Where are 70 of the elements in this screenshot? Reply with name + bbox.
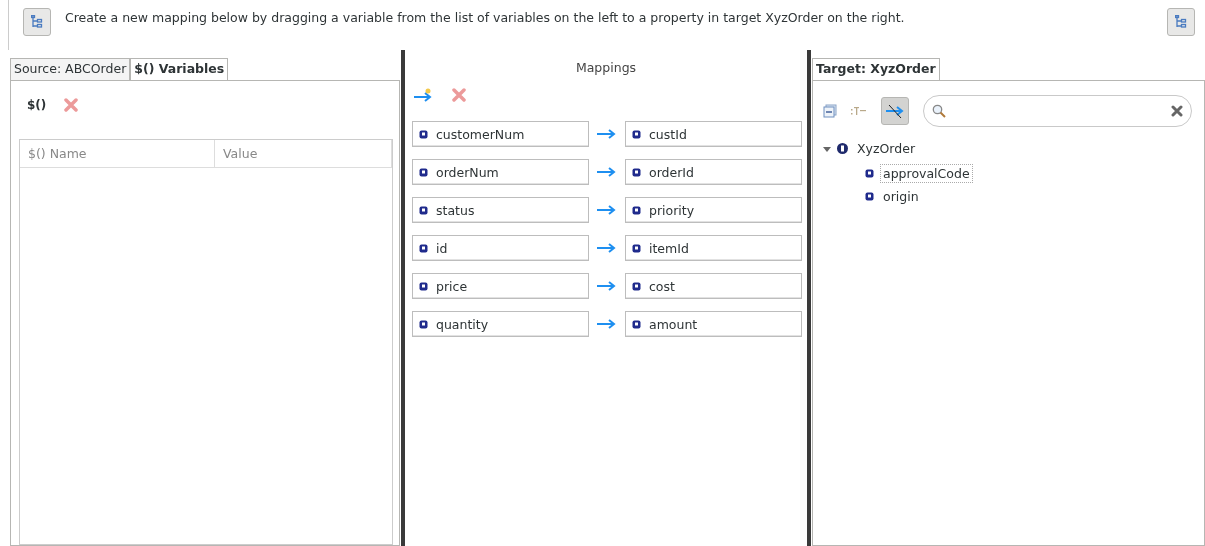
panel-title: Mappings [574,59,638,75]
add-variable-icon[interactable]: $() [27,98,47,112]
property-icon [632,243,641,253]
mapped-filter-button[interactable] [881,97,909,125]
delete-icon[interactable] [452,88,466,102]
property-icon [419,129,428,139]
target-field[interactable]: itemId [625,235,802,261]
arrow-icon [597,205,617,215]
property-icon [419,319,428,329]
field-label: cost [649,278,675,294]
source-field[interactable]: status [412,197,589,223]
target-field[interactable]: custId [625,121,802,147]
panel-tab[interactable]: $() Variables [130,58,229,80]
source-field[interactable]: id [412,235,589,261]
property-icon [632,281,641,291]
delete-icon[interactable] [64,98,79,112]
property-icon [632,205,641,215]
collapse-icon[interactable] [823,104,837,118]
tree-item[interactable]: XyzOrder [854,139,919,158]
property-icon [419,243,428,253]
tree-icon [1175,15,1187,29]
column-header[interactable]: $() Name [20,140,215,167]
property-icon [632,129,641,139]
arrow-icon [597,281,617,291]
arrow-icon [597,129,617,139]
source-field[interactable]: quantity [412,311,589,337]
field-label: customerNum [436,126,525,142]
arrow-icon [885,103,905,119]
field-label: quantity [436,316,489,332]
source-field[interactable]: orderNum [412,159,589,185]
target-field[interactable]: orderId [625,159,802,185]
tree-item[interactable]: origin [880,187,922,206]
node-icon [837,143,848,154]
field-label: status [436,202,475,218]
search-icon [932,104,946,118]
clear-icon[interactable] [1171,105,1183,117]
add-mapping-icon[interactable] [414,88,434,102]
expanded-icon[interactable] [823,144,831,153]
field-label: amount [649,316,698,332]
property-icon [419,281,428,291]
target-field[interactable]: cost [625,273,802,299]
field-label: orderNum [436,164,499,180]
panel-tab[interactable]: Target: XyzOrder [812,58,940,80]
tree-view-button[interactable] [23,8,51,36]
field-label: price [436,278,468,294]
arrow-icon [597,167,617,177]
field-label: itemId [649,240,689,256]
property-icon [632,167,641,177]
target-field[interactable]: priority [625,197,802,223]
tree-view-button[interactable] [1167,8,1195,36]
field-label: custId [649,126,687,142]
tree-item[interactable]: approvalCode [880,164,973,183]
target-field[interactable]: amount [625,311,802,337]
panel-tab[interactable]: Source: ABCOrder [10,58,131,80]
type-icon[interactable] [851,106,867,116]
field-label: id [436,240,448,256]
column-header[interactable]: Value [215,140,392,167]
instruction-text: Create a new mapping below by dragging a variable from the list of variables on the left to a property in target XyzOrder on the right. [65,9,906,25]
property-icon [632,319,641,329]
property-icon [419,205,428,215]
property-icon [865,169,874,178]
source-field[interactable]: customerNum [412,121,589,147]
field-label: priority [649,202,695,218]
arrow-icon [597,319,617,329]
field-label: orderId [649,164,694,180]
property-icon [865,192,874,201]
source-field[interactable]: price [412,273,589,299]
tree-icon [31,15,43,29]
property-icon [419,167,428,177]
arrow-icon [597,243,617,253]
